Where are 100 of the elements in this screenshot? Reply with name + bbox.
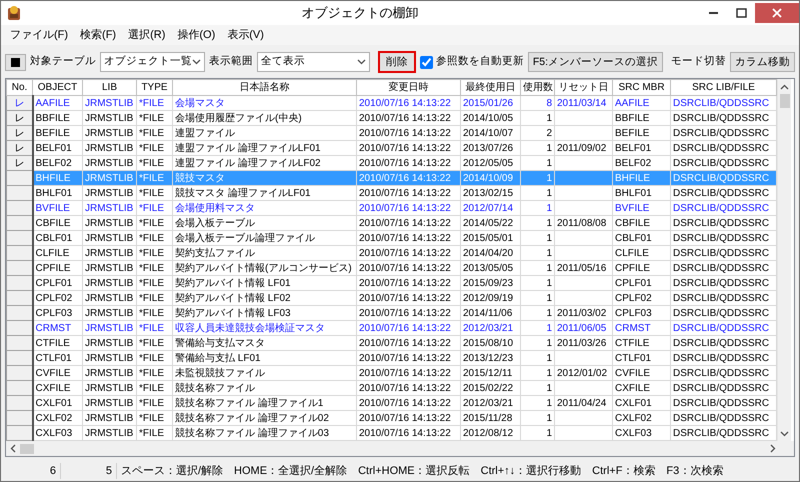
auto-update-checkbox[interactable]	[420, 56, 434, 68]
table-cell: 2010/07/16 14:13:22	[356, 140, 460, 156]
row-header[interactable]	[6, 366, 32, 380]
table-cell: 2012/03/21	[460, 396, 520, 410]
table-cell: CPLF02	[612, 290, 670, 306]
table-cell: CPLF03	[32, 306, 82, 320]
table-cell: CTLF01	[612, 350, 670, 366]
row-header[interactable]	[6, 350, 32, 366]
table-cell: *FILE	[136, 336, 172, 350]
table-cell: JRMSTLIB	[82, 170, 136, 186]
delete-button[interactable]: 削除	[378, 51, 416, 73]
row-header[interactable]	[6, 186, 32, 200]
row-header[interactable]	[6, 170, 32, 186]
table-cell: CPFILE	[32, 260, 82, 276]
stop-button[interactable]	[5, 54, 26, 70]
table-cell: 1	[520, 290, 554, 306]
row-header[interactable]	[6, 216, 32, 230]
row-header[interactable]	[6, 426, 32, 440]
table-cell: *FILE	[136, 126, 172, 140]
table-cell: 2011/05/16	[554, 260, 612, 276]
column-header[interactable]: No.	[6, 80, 32, 96]
row-header[interactable]	[6, 230, 32, 246]
row-header[interactable]	[6, 260, 32, 276]
column-header[interactable]: 変更日時	[356, 80, 460, 96]
table-cell: CBLF01	[32, 230, 82, 246]
checkbox-label[interactable]: 参照数を自動更新	[436, 54, 524, 70]
row-header[interactable]: レ	[6, 156, 32, 170]
table-cell: 連盟ファイル	[172, 126, 356, 140]
table-cell: 2015/08/10	[460, 336, 520, 350]
table-cell: DSRCLIB/QDDSSRC	[670, 216, 776, 230]
row-header[interactable]: レ	[6, 126, 32, 140]
table-cell: DSRCLIB/QDDSSRC	[670, 336, 776, 350]
table-cell: 2013/07/26	[460, 140, 520, 156]
row-header[interactable]	[6, 396, 32, 410]
table-cell: DSRCLIB/QDDSSRC	[670, 380, 776, 396]
column-header[interactable]: 最終使用日	[460, 80, 520, 96]
column-header[interactable]: リセット日	[554, 80, 612, 96]
table-cell: *FILE	[136, 320, 172, 336]
column-header[interactable]: SRC LIB/FILE	[670, 80, 776, 96]
status-count: 6	[5, 462, 61, 480]
menu-item[interactable]: 操作(O)	[172, 26, 220, 44]
menu-item[interactable]: 選択(R)	[123, 26, 170, 44]
column-header[interactable]: SRC MBR	[612, 80, 670, 96]
close-icon	[772, 8, 782, 18]
column-header[interactable]: 日本語名称	[172, 80, 356, 96]
menu-item[interactable]: 表示(V)	[222, 26, 269, 44]
table-cell: JRMSTLIB	[82, 396, 136, 410]
table-cell: CXLF02	[612, 410, 670, 426]
table-cell: 2010/07/16 14:13:22	[356, 320, 460, 336]
column-header[interactable]: OBJECT	[32, 80, 82, 96]
table-cell: JRMSTLIB	[82, 126, 136, 140]
menu-item[interactable]: ファイル(F)	[5, 26, 74, 44]
menu-item[interactable]: 検索(F)	[75, 26, 122, 44]
column-header[interactable]: LIB	[82, 80, 136, 96]
table-cell: BEFILE	[32, 126, 82, 140]
table-cell: 会場入板テーブル論理ファイル	[172, 230, 356, 246]
table-cell: 2013/02/15	[460, 186, 520, 200]
table-cell: 2010/07/16 14:13:22	[356, 336, 460, 350]
table-cell: 2010/07/16 14:13:22	[356, 216, 460, 230]
table-dropdown[interactable]: オブジェクト一覧	[100, 52, 205, 72]
table-cell: 1	[520, 306, 554, 320]
column-header[interactable]: TYPE	[136, 80, 172, 96]
table-cell: CXFILE	[32, 380, 82, 396]
row-header[interactable]: レ	[6, 110, 32, 126]
table-cell: 契約アルバイト情報 LF02	[172, 290, 356, 306]
table-cell: 1	[520, 140, 554, 156]
member-source-button[interactable]: F5:メンバーソースの選択	[528, 52, 663, 72]
row-header[interactable]	[6, 380, 32, 396]
chevron-up-icon	[780, 84, 789, 90]
column-move-button[interactable]: カラム移動	[730, 52, 795, 72]
row-header[interactable]: レ	[6, 140, 32, 156]
row-header[interactable]	[6, 320, 32, 336]
row-header[interactable]	[6, 276, 32, 290]
scroll-thumb[interactable]	[20, 444, 34, 454]
table-cell: 警備給与支払マスタ	[172, 336, 356, 350]
table-cell: 2010/07/16 14:13:22	[356, 96, 460, 110]
table-cell: 2010/07/16 14:13:22	[356, 260, 460, 276]
row-header[interactable]	[6, 336, 32, 350]
close-button[interactable]	[755, 3, 799, 23]
horizontal-scrollbar[interactable]	[6, 441, 794, 456]
table-cell: DSRCLIB/QDDSSRC	[670, 140, 776, 156]
table-cell: 2010/07/16 14:13:22	[356, 350, 460, 366]
row-header[interactable]	[6, 200, 32, 216]
table-cell: 契約アルバイト情報 LF03	[172, 306, 356, 320]
table-cell: BHLF01	[32, 186, 82, 200]
table-cell: 2013/12/23	[460, 350, 520, 366]
row-header[interactable]	[6, 306, 32, 320]
scroll-thumb[interactable]	[780, 94, 790, 108]
table-cell: JRMSTLIB	[82, 186, 136, 200]
table-cell: 1	[520, 380, 554, 396]
row-header[interactable]	[6, 290, 32, 306]
table-cell: 1	[520, 230, 554, 246]
table-cell: 2014/11/06	[460, 306, 520, 320]
row-header[interactable]	[6, 410, 32, 426]
range-dropdown[interactable]: 全て表示	[257, 52, 370, 72]
row-header[interactable]	[6, 246, 32, 260]
table-cell: 2014/10/09	[460, 170, 520, 186]
vertical-scrollbar[interactable]	[777, 79, 791, 441]
row-header[interactable]: レ	[6, 96, 32, 110]
column-header[interactable]: 使用数	[520, 80, 554, 96]
